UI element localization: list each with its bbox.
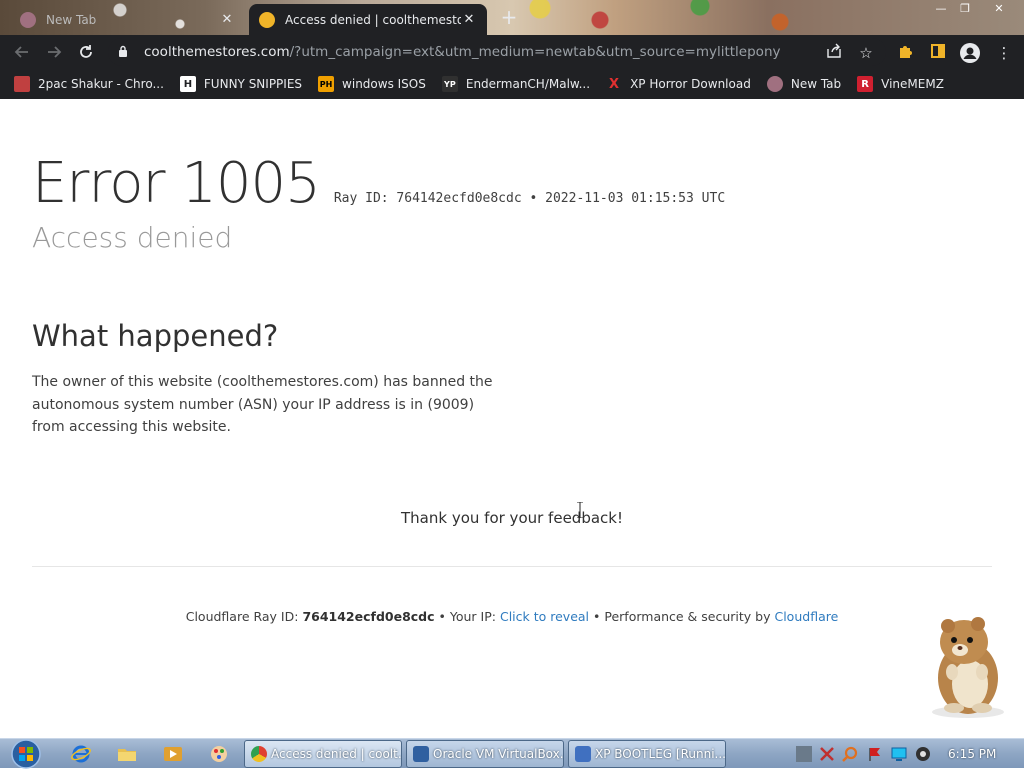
back-arrow-icon[interactable] [6, 36, 38, 68]
kebab-menu-icon[interactable]: ⋮ [994, 43, 1014, 63]
side-panel-icon[interactable] [928, 43, 948, 63]
start-button[interactable] [6, 739, 46, 769]
footer-divider [32, 566, 992, 567]
tray-flag-icon[interactable] [867, 746, 883, 762]
bookmarks-bar: 2pac Shakur - Chro... H FUNNY SNIPPIES P… [0, 69, 1024, 99]
bookmark-label: New Tab [790, 77, 842, 91]
performance-label: Performance & security by [604, 609, 771, 624]
taskbar-item-chrome[interactable]: Access denied | coolt... [244, 740, 402, 768]
reload-icon[interactable] [70, 36, 102, 68]
profile-icon[interactable] [960, 43, 980, 63]
bookmark-vinememz[interactable]: R VineMEMZ [857, 76, 944, 92]
bookmark-funny-snippies[interactable]: H FUNNY SNIPPIES [179, 76, 303, 92]
chrome-icon [251, 746, 267, 762]
bookmark-label: EndermanCH/Malw... [465, 77, 591, 91]
tab-title: New Tab [46, 12, 97, 27]
bookmark-favicon-icon: YP [441, 76, 458, 92]
what-happened-heading: What happened? [32, 319, 279, 353]
vm-window-icon [575, 746, 591, 762]
tab-close-icon[interactable]: ✕ [219, 12, 235, 27]
bookmark-label: VineMEMZ [881, 77, 944, 91]
tray-display-icon[interactable] [891, 746, 907, 762]
ray-info: Ray ID: 764142ecfd0e8cdc • 2022-11-03 01… [333, 191, 726, 206]
ip-label: Your IP: [449, 609, 496, 624]
feedback-message: Thank you for your feedback! [401, 509, 623, 527]
virtualbox-icon [413, 746, 429, 762]
reveal-ip-link[interactable]: Click to reveal [500, 609, 589, 624]
share-icon[interactable] [824, 43, 844, 63]
forward-arrow-icon[interactable] [38, 36, 70, 68]
text-cursor-icon [577, 501, 583, 519]
what-happened-text: The owner of this website (coolthemestor… [32, 374, 493, 435]
restore-button[interactable]: ❐ [954, 1, 976, 17]
tray-tools-icon[interactable] [819, 746, 835, 762]
ray-id-label: Cloudflare Ray ID: [185, 609, 299, 624]
bookmark-windows-isos[interactable]: PH windows ISOS [318, 76, 426, 92]
bookmark-favicon-icon [14, 76, 30, 92]
bookmark-favicon-icon: X [609, 76, 620, 92]
taskbar-item-label: Access denied | coolt... [271, 747, 402, 761]
error-header: Error 1005 Ray ID: 764142ecfd0e8cdc • 20… [32, 151, 725, 216]
cloudflare-favicon-icon [259, 11, 275, 28]
taskbar-item-xp-bootleg[interactable]: XP BOOTLEG [Runni... [568, 740, 726, 768]
page-content: Error 1005 Ray ID: 764142ecfd0e8cdc • 20… [0, 99, 1024, 738]
bookmark-label: 2pac Shakur - Chro... [38, 77, 164, 91]
error-code: Error 1005 [32, 151, 321, 216]
bookmark-label: XP Horror Download [630, 77, 751, 91]
bookmark-favicon-icon: R [857, 76, 874, 92]
internet-explorer-icon[interactable] [71, 744, 91, 764]
bookmark-favicon-icon: H [179, 76, 196, 92]
paint-icon[interactable] [209, 744, 229, 764]
separator: • [438, 609, 446, 624]
bookmark-label: FUNNY SNIPPIES [203, 77, 303, 91]
bookmark-new-tab[interactable]: New Tab [766, 76, 842, 92]
minimize-button[interactable]: — [930, 1, 952, 17]
new-tab-favicon-icon [20, 11, 36, 28]
hamster-desktop-pet[interactable] [924, 612, 1010, 720]
url-host: coolthemestores.com [144, 44, 290, 60]
tab-close-icon[interactable]: ✕ [461, 12, 477, 27]
tray-search-icon[interactable] [842, 746, 858, 762]
tab-strip: New Tab ✕ Access denied | coolthemestore… [0, 0, 1024, 35]
error-subtitle: Access denied [32, 221, 233, 254]
cloudflare-link[interactable]: Cloudflare [774, 609, 838, 624]
tray-network-icon[interactable] [796, 746, 812, 762]
taskbar-item-label: Oracle VM VirtualBox... [433, 747, 564, 761]
taskbar-clock[interactable]: 6:15 PM [948, 747, 996, 761]
browser-toolbar: coolthemestores.com/?utm_campaign=ext&ut… [0, 35, 1024, 69]
separator: • [593, 609, 601, 624]
tray-volume-icon[interactable] [915, 746, 931, 762]
window-close-button[interactable]: ✕ [988, 1, 1010, 17]
file-explorer-icon[interactable] [117, 744, 137, 764]
tab-access-denied[interactable]: Access denied | coolthemestores.com ✕ [249, 4, 487, 35]
bookmark-2pac[interactable]: 2pac Shakur - Chro... [14, 76, 164, 92]
cloudflare-footer: Cloudflare Ray ID: 764142ecfd0e8cdc • Yo… [0, 609, 1024, 624]
url-path: /?utm_campaign=ext&utm_medium=newtab&utm… [289, 44, 781, 60]
puzzle-icon[interactable] [896, 43, 916, 63]
taskbar-item-label: XP BOOTLEG [Runni... [595, 747, 726, 761]
star-icon[interactable]: ☆ [856, 43, 876, 63]
bookmark-xp-horror[interactable]: X XP Horror Download [606, 76, 751, 92]
bookmark-favicon-icon: PH [318, 76, 335, 92]
address-bar[interactable]: coolthemestores.com/?utm_campaign=ext&ut… [108, 38, 886, 66]
bookmark-favicon-icon [766, 76, 783, 92]
bookmark-endermanch[interactable]: YP EndermanCH/Malw... [441, 76, 591, 92]
taskbar-item-virtualbox[interactable]: Oracle VM VirtualBox... [406, 740, 564, 768]
lock-icon[interactable] [118, 45, 134, 60]
bookmark-label: windows ISOS [342, 77, 426, 91]
tab-title: Access denied | coolthemestores.com [285, 12, 461, 27]
ray-id-value: 764142ecfd0e8cdc [302, 609, 435, 624]
media-player-icon[interactable] [163, 744, 183, 764]
windows-taskbar: Access denied | coolt... Oracle VM Virtu… [0, 738, 1024, 769]
new-tab-button[interactable]: + [498, 7, 520, 29]
tab-new-tab[interactable]: New Tab ✕ [10, 4, 245, 35]
